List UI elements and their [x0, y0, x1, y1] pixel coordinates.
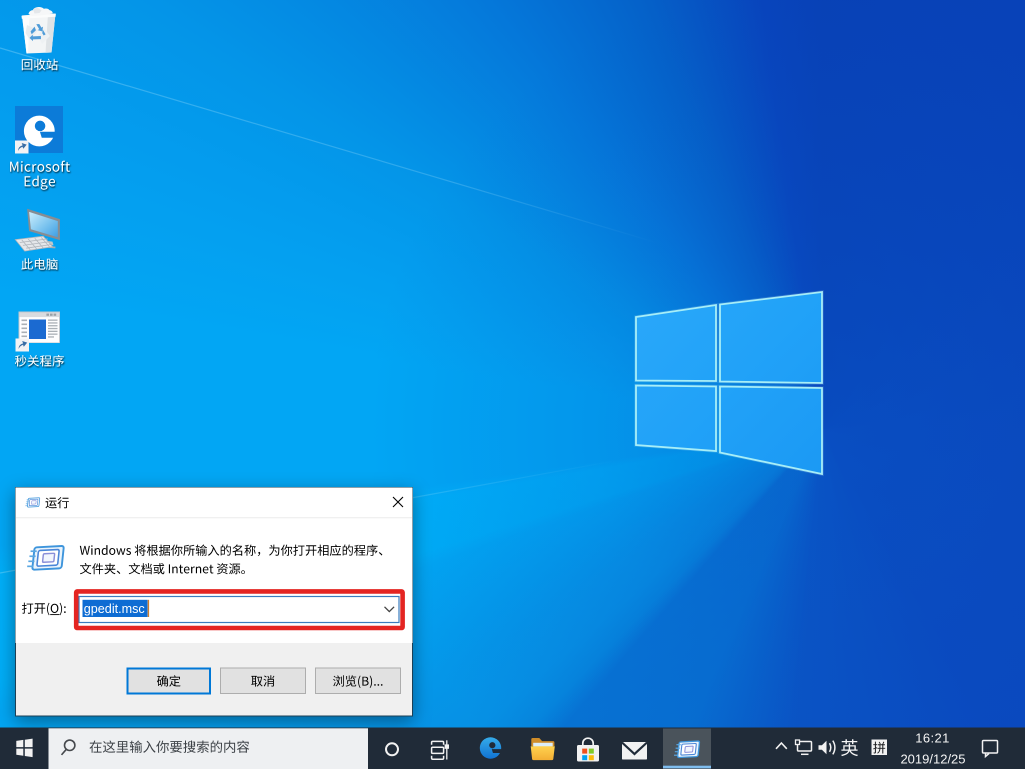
svg-text:2019/12/25: 2019/12/25: [900, 751, 965, 766]
svg-text:16:21: 16:21: [915, 730, 950, 745]
svg-text:gpedit.msc: gpedit.msc: [84, 602, 145, 616]
